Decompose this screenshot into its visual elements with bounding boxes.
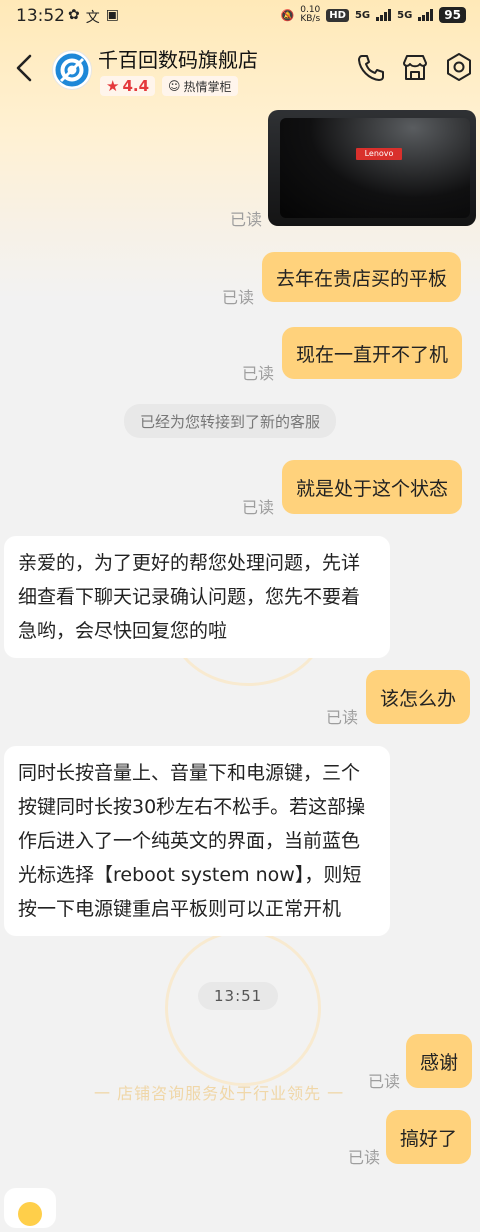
clipboard-icon: ▣ xyxy=(105,7,119,23)
chevron-left-icon xyxy=(16,54,32,82)
read-receipt: 已读 xyxy=(242,498,275,517)
net-speed-unit: KB/s xyxy=(300,14,321,24)
shop-avatar[interactable] xyxy=(52,50,92,90)
read-receipt: 已读 xyxy=(326,708,359,727)
incoming-message[interactable]: 亲爱的，为了更好的帮您处理问题，先详细查看下聊天记录确认问题，您先不要着急哟，会… xyxy=(4,536,390,658)
shop-logo-icon xyxy=(55,53,89,87)
badge-label: 热情掌柜 xyxy=(183,79,232,94)
network-speed: 0.10 KB/s xyxy=(300,6,320,24)
gear-icon xyxy=(447,53,471,81)
service-watermark: 一 店铺咨询服务处于行业领先 一 xyxy=(94,1084,345,1103)
settings-button[interactable] xyxy=(444,52,474,82)
lenovo-logo: Lenovo xyxy=(356,148,402,160)
outgoing-message[interactable]: 该怎么办 xyxy=(366,670,471,724)
shop-name[interactable]: 千百回数码旗舰店 xyxy=(98,44,258,73)
hd-badge: HD xyxy=(326,8,349,22)
back-button[interactable] xyxy=(10,48,38,88)
call-button[interactable] xyxy=(356,52,386,82)
signal-5g-label-2: 5G xyxy=(397,9,413,21)
incoming-message[interactable]: 同时长按音量上、音量下和电源键，三个按键同时长按30秒左右不松手。若这部操作后进… xyxy=(4,746,390,936)
star-icon: ★ xyxy=(106,77,120,95)
outgoing-message[interactable]: 搞好了 xyxy=(386,1110,472,1164)
read-receipt: 已读 xyxy=(348,1148,381,1167)
outgoing-message[interactable]: 就是处于这个状态 xyxy=(282,460,463,514)
chat-header: 千百回数码旗舰店 ★ 4.4 ☺ 热情掌柜 xyxy=(0,38,480,102)
read-receipt: 已读 xyxy=(242,364,275,383)
system-icons: 🔕 0.10 KB/s HD 5G 5G 95 xyxy=(281,6,466,24)
rating-value: 4.4 xyxy=(122,77,150,95)
phone-icon xyxy=(358,55,384,81)
read-receipt: 已读 xyxy=(230,210,263,229)
app-notification-icon: ✿ xyxy=(68,7,80,23)
battery-indicator: 95 xyxy=(439,7,466,23)
smile-icon: ☺ xyxy=(168,79,181,93)
outgoing-message[interactable]: 去年在贵店买的平板 xyxy=(262,252,462,302)
status-time: 13:52 xyxy=(16,6,65,26)
store-button[interactable] xyxy=(400,52,430,82)
emoji-icon xyxy=(18,1202,42,1226)
tablet-screen-photo: Lenovo xyxy=(280,118,470,218)
read-receipt: 已读 xyxy=(222,288,255,307)
store-icon xyxy=(403,55,427,80)
shop-rating: ★ 4.4 xyxy=(100,76,156,96)
signal-5g-label-1: 5G xyxy=(354,9,371,21)
timestamp: 13:51 xyxy=(198,982,279,1010)
shop-badge: ☺ 热情掌柜 xyxy=(162,76,238,96)
system-notice: 已经为您转接到了新的客服 xyxy=(124,404,337,438)
image-message[interactable]: Lenovo xyxy=(268,110,476,226)
incoming-emoji-message[interactable] xyxy=(4,1188,56,1228)
outgoing-message[interactable]: 现在一直开不了机 xyxy=(282,327,463,379)
translate-icon: 文 xyxy=(85,10,100,26)
signal-bars-icon xyxy=(376,9,392,21)
signal-bars-icon-2 xyxy=(418,9,434,21)
status-bar: 13:52 ✿ 文 ▣ 🔕 0.10 KB/s HD 5G 5G 95 xyxy=(0,0,480,34)
mute-icon: 🔕 xyxy=(280,8,295,22)
notification-icons: ✿ 文 ▣ xyxy=(68,7,119,27)
outgoing-message[interactable]: 感谢 xyxy=(406,1034,473,1088)
read-receipt: 已读 xyxy=(368,1072,401,1091)
